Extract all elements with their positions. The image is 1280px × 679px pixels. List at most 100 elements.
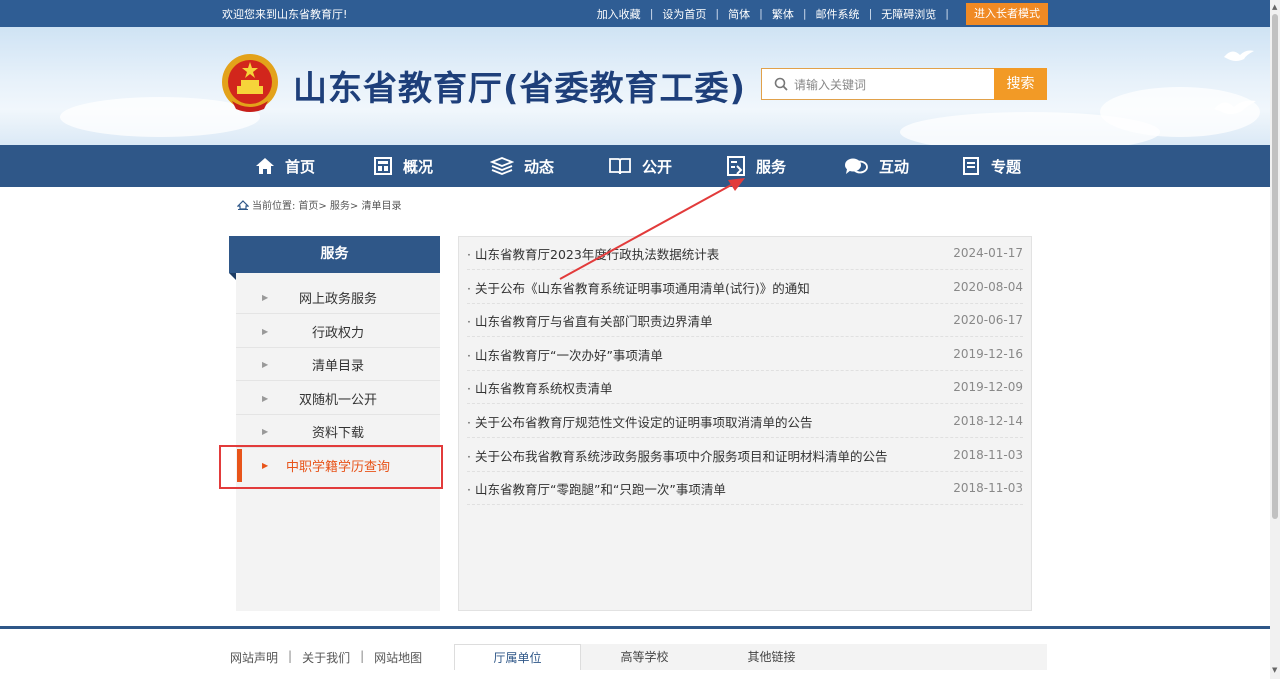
arrow-right-icon: ▶ (262, 359, 269, 369)
divider: | (802, 7, 807, 20)
list-item[interactable]: 山东省教育系统权责清单 2019-12-09 (467, 371, 1023, 404)
nav-service[interactable]: 服务 (726, 145, 843, 187)
list-item-date: 2019-12-16 (953, 347, 1023, 361)
list-item-date: 2018-12-14 (953, 414, 1023, 428)
footer-links: 网站声明 | 关于我们 | 网站地图 (230, 649, 422, 666)
sidebar-item-list-catalog[interactable]: ▶ 清单目录 (236, 348, 440, 381)
traditional-chinese-link[interactable]: 繁体 (772, 6, 794, 22)
nav-label: 服务 (756, 157, 787, 176)
welcome-text: 欢迎您来到山东省教育厅! (222, 7, 348, 21)
divider: | (288, 649, 293, 663)
overview-icon (374, 157, 392, 175)
service-icon (727, 156, 745, 176)
list-item-title[interactable]: 关于公布《山东省教育系统证明事项通用清单(试行)》的通知 (467, 278, 810, 297)
home-icon (256, 158, 274, 174)
nav-topics[interactable]: 专题 (961, 145, 1079, 187)
national-emblem-icon (222, 54, 278, 112)
nav-label: 专题 (991, 157, 1022, 176)
book-icon (609, 158, 631, 175)
site-title: 山东省教育厅(省委教育工委) (293, 69, 747, 109)
list-item-date: 2024-01-17 (953, 246, 1023, 260)
annotation-highlight-box (219, 445, 443, 489)
article-list: 山东省教育厅2023年度行政执法数据统计表 2024-01-17 关于公布《山东… (458, 236, 1032, 611)
arrow-right-icon: ▶ (262, 426, 269, 436)
list-item-date: 2018-11-03 (953, 481, 1023, 495)
list-item-title[interactable]: 关于公布我省教育系统涉政务服务事项中介服务项目和证明材料清单的公告 (467, 446, 888, 465)
chat-icon (845, 158, 868, 174)
tab-other-links[interactable]: 其他链接 (708, 644, 835, 670)
list-item[interactable]: 关于公布我省教育系统涉政务服务事项中介服务项目和证明材料清单的公告 2018-1… (467, 439, 1023, 472)
elder-mode-button[interactable]: 进入长者模式 (966, 2, 1048, 25)
search-icon (774, 77, 788, 91)
topic-icon (963, 157, 979, 175)
tab-affiliated-units[interactable]: 厅属单位 (454, 644, 581, 670)
scroll-up-icon[interactable]: ▲ (1272, 3, 1277, 11)
location-icon (237, 199, 249, 210)
list-item[interactable]: 山东省教育厅“零跑腿”和“只跑一次”事项清单 2018-11-03 (467, 472, 1023, 505)
sidebar-title: 服务 (229, 236, 440, 273)
tab-universities[interactable]: 高等学校 (581, 644, 708, 670)
sidebar-item-online-services[interactable]: ▶ 网上政务服务 (236, 281, 440, 314)
list-item[interactable]: 山东省教育厅2023年度行政执法数据统计表 2024-01-17 (467, 237, 1023, 270)
nav-interaction[interactable]: 互动 (843, 145, 961, 187)
nav-label: 公开 (642, 157, 673, 176)
breadcrumb-path[interactable]: 首页> 服务> 清单目录 (298, 197, 401, 212)
simplified-chinese-link[interactable]: 简体 (728, 6, 750, 22)
search-input[interactable]: 请输入关键词 (761, 68, 994, 100)
top-links: 加入收藏 | 设为首页 | 简体 | 繁体 | 邮件系统 | 无障碍浏览 | 进… (597, 0, 1048, 27)
search-placeholder: 请输入关键词 (794, 77, 867, 92)
about-us-link[interactable]: 关于我们 (302, 649, 350, 666)
nav-overview[interactable]: 概况 (373, 145, 490, 187)
nav-label: 概况 (403, 157, 434, 176)
arrow-right-icon: ▶ (262, 292, 269, 302)
nav-label: 动态 (524, 157, 555, 176)
scroll-down-icon[interactable]: ▼ (1272, 666, 1277, 674)
breadcrumb: 当前位置: 首页> 服务> 清单目录 (237, 197, 402, 212)
arrow-right-icon: ▶ (262, 393, 269, 403)
nav-home[interactable]: 首页 (255, 145, 373, 187)
list-item-date: 2020-08-04 (953, 280, 1023, 294)
dove-icon (1214, 100, 1256, 114)
divider: | (715, 7, 720, 20)
vertical-scrollbar[interactable]: ▲ ▼ (1270, 0, 1280, 679)
divider: | (649, 7, 654, 20)
sitemap-link[interactable]: 网站地图 (374, 649, 422, 666)
dove-icon (1224, 50, 1254, 61)
list-item-title[interactable]: 山东省教育厅与省直有关部门职责边界清单 (467, 311, 713, 330)
set-homepage-link[interactable]: 设为首页 (662, 6, 706, 22)
divider: | (360, 649, 365, 663)
list-item-date: 2018-11-03 (953, 448, 1023, 462)
list-item[interactable]: 关于公布省教育厅规范性文件设定的证明事项取消清单的公告 2018-12-14 (467, 405, 1023, 438)
breadcrumb-prefix: 当前位置: (252, 201, 296, 212)
divider: | (759, 7, 763, 20)
sidebar-item-downloads[interactable]: ▶ 资料下载 (236, 415, 440, 448)
list-item-title[interactable]: 山东省教育厅“零跑腿”和“只跑一次”事项清单 (467, 479, 726, 498)
top-bar: 欢迎您来到山东省教育厅! 加入收藏 | 设为首页 | 简体 | 繁体 | 邮件系… (0, 0, 1270, 27)
sidebar: 服务 ▶ 网上政务服务 ▶ 行政权力 ▶ 清单目录 ▶ 双随机一公开 ▶ 资料下… (229, 236, 440, 611)
list-item-title[interactable]: 山东省教育厅2023年度行政执法数据统计表 (467, 244, 719, 263)
page: 欢迎您来到山东省教育厅! 加入收藏 | 设为首页 | 简体 | 繁体 | 邮件系… (0, 0, 1280, 679)
divider: | (868, 7, 873, 20)
search-button[interactable]: 搜索 (994, 68, 1047, 100)
site-statement-link[interactable]: 网站声明 (230, 649, 278, 666)
list-item-title[interactable]: 山东省教育系统权责清单 (467, 378, 613, 397)
mail-system-link[interactable]: 邮件系统 (816, 6, 860, 22)
add-favorite-link[interactable]: 加入收藏 (597, 6, 641, 22)
nav-public[interactable]: 公开 (608, 145, 726, 187)
sidebar-title-fold (229, 273, 236, 280)
nav-news[interactable]: 动态 (490, 145, 608, 187)
nav-label: 首页 (285, 157, 316, 176)
site-header: 山东省教育厅(省委教育工委) 请输入关键词 搜索 (0, 27, 1270, 145)
footer: 网站声明 | 关于我们 | 网站地图 厅属单位 高等学校 其他链接 (0, 629, 1270, 679)
scrollbar-thumb[interactable] (1272, 14, 1278, 519)
sidebar-item-random-inspection[interactable]: ▶ 双随机一公开 (236, 382, 440, 415)
list-item-title[interactable]: 山东省教育厅“一次办好”事项清单 (467, 345, 663, 364)
list-item[interactable]: 山东省教育厅与省直有关部门职责边界清单 2020-06-17 (467, 304, 1023, 337)
list-item[interactable]: 山东省教育厅“一次办好”事项清单 2019-12-16 (467, 338, 1023, 371)
main-nav: 首页 概况 动态 公开 服务 互动 专题 (0, 145, 1270, 187)
nav-label: 互动 (879, 157, 910, 176)
list-item-title[interactable]: 关于公布省教育厅规范性文件设定的证明事项取消清单的公告 (467, 412, 813, 431)
sidebar-item-administrative-power[interactable]: ▶ 行政权力 (236, 315, 440, 348)
accessibility-link[interactable]: 无障碍浏览 (881, 6, 936, 22)
list-item[interactable]: 关于公布《山东省教育系统证明事项通用清单(试行)》的通知 2020-08-04 (467, 271, 1023, 304)
